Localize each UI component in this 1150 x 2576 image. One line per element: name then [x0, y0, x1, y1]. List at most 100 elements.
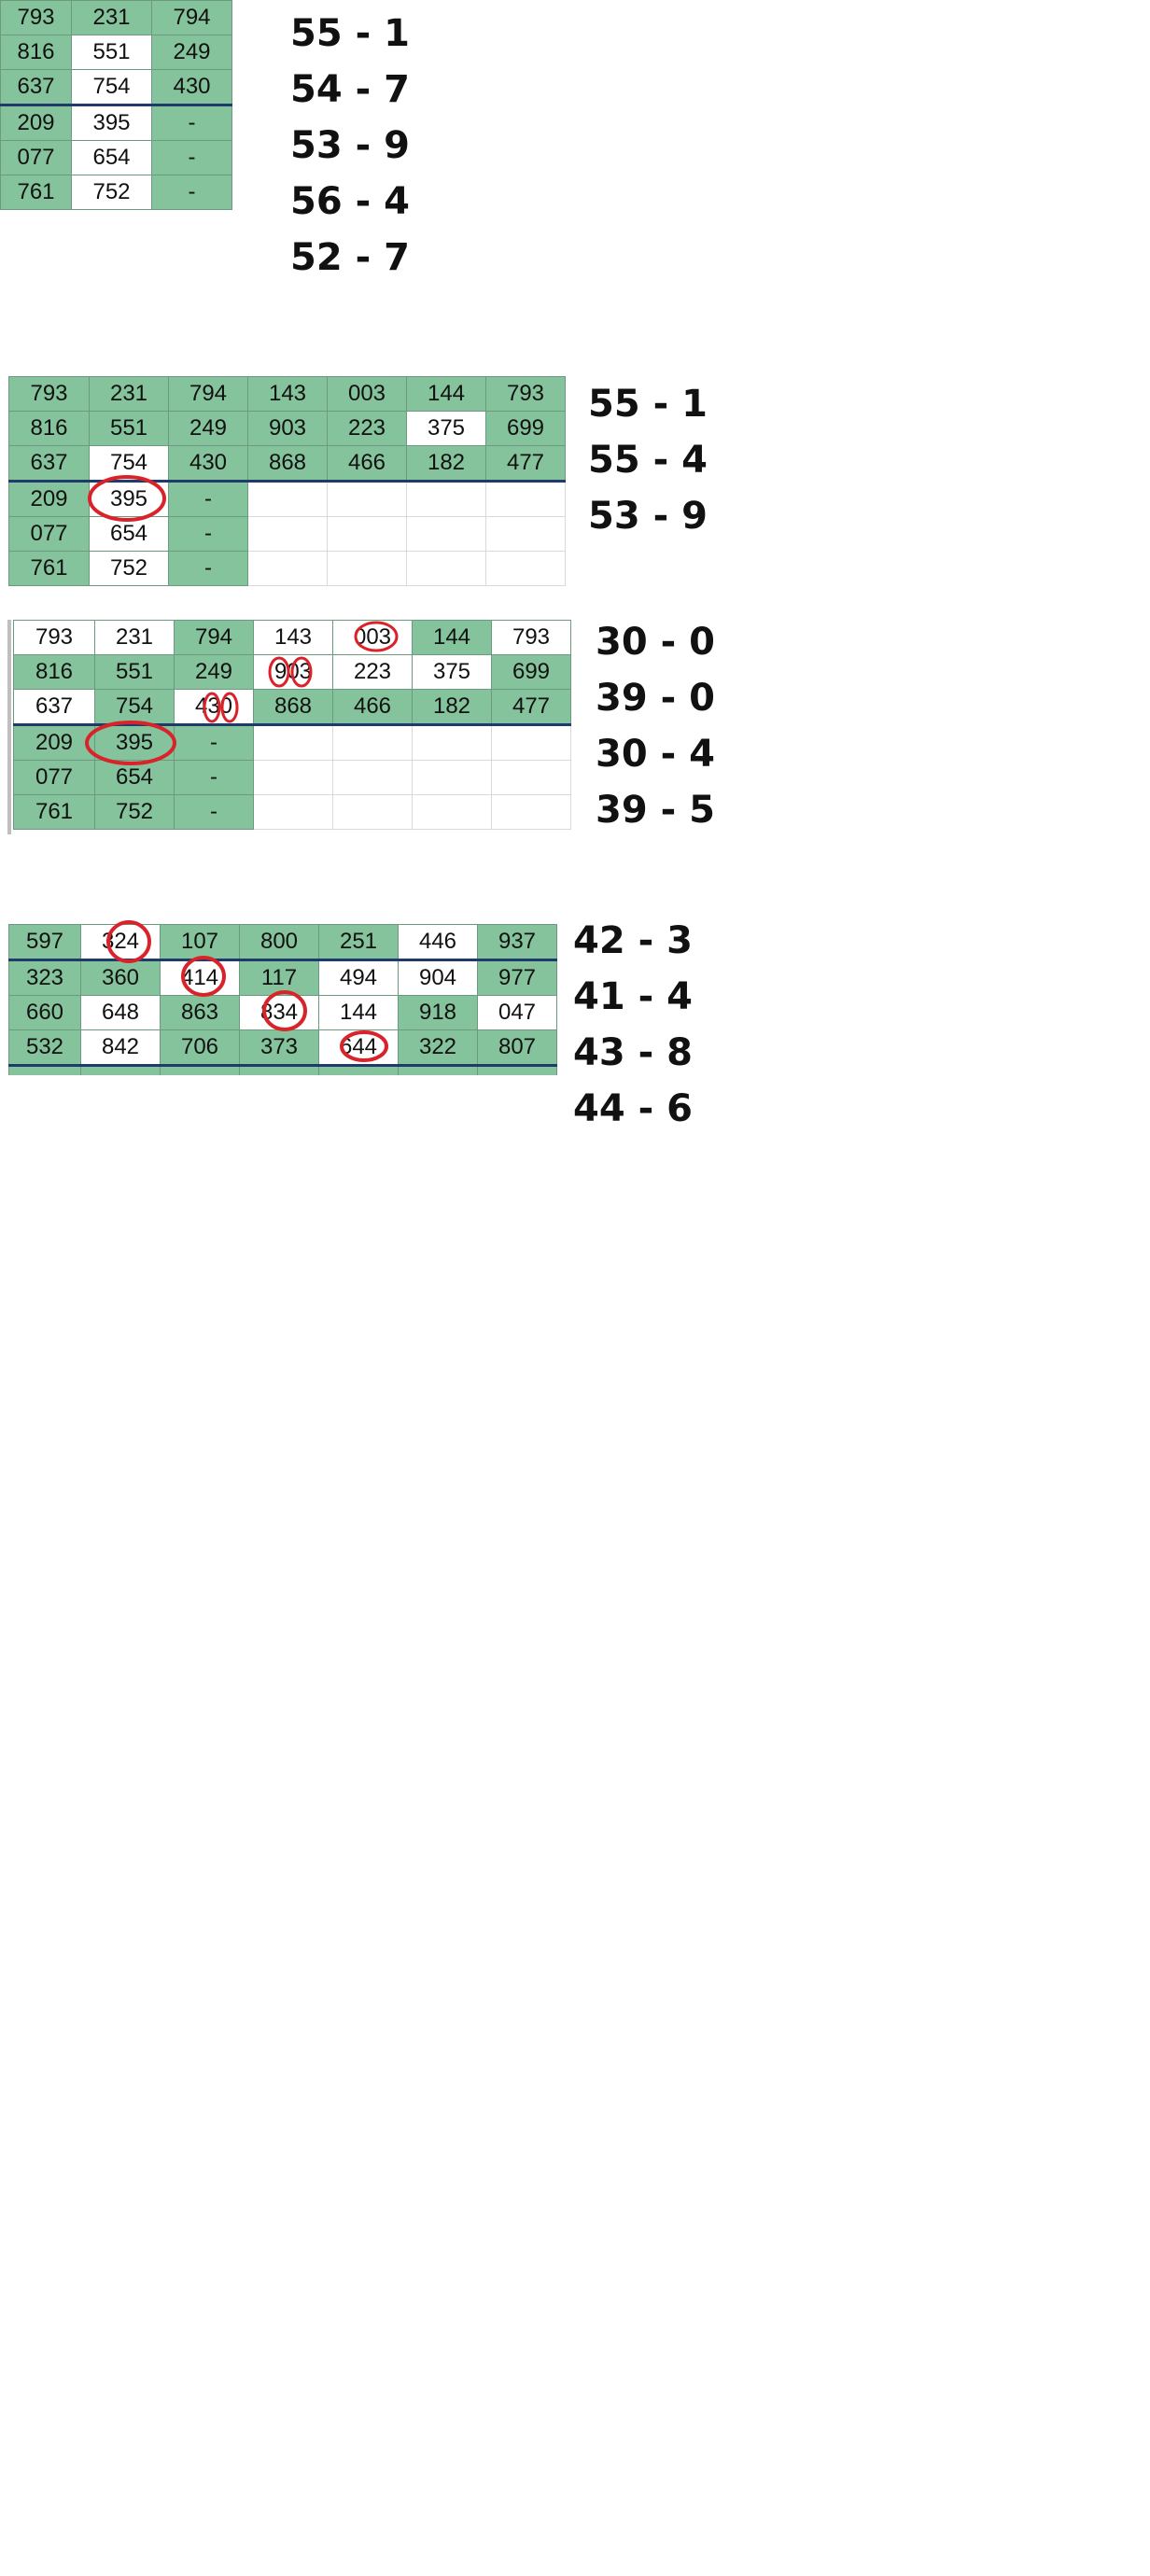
empty-cell[interactable] — [406, 516, 486, 552]
table-cell[interactable]: 863 — [160, 995, 240, 1030]
table-cell[interactable]: 223 — [327, 411, 407, 446]
empty-cell[interactable] — [491, 794, 571, 830]
empty-cell[interactable] — [253, 794, 333, 830]
table-cell[interactable]: 322 — [398, 1029, 478, 1067]
table-cell[interactable]: 144 — [406, 376, 486, 412]
empty-cell[interactable] — [247, 481, 328, 517]
table-cell[interactable]: - — [174, 794, 254, 830]
table-cell[interactable]: 494 — [318, 959, 399, 996]
table-cell[interactable]: 395 — [71, 105, 152, 141]
table-cell[interactable]: 648 — [80, 995, 161, 1030]
table-cell[interactable]: 597 — [8, 924, 81, 961]
table-cell[interactable]: 375 — [412, 654, 492, 690]
table-cell[interactable]: - — [168, 481, 248, 517]
table-cell[interactable]: 209 — [8, 481, 90, 517]
table-cell[interactable]: 637 — [13, 689, 95, 726]
table-cell[interactable]: - — [174, 760, 254, 795]
table-cell[interactable]: 793 — [0, 0, 72, 35]
table-cell[interactable]: 761 — [13, 794, 95, 830]
table-cell[interactable]: 209 — [0, 105, 72, 141]
table-cell[interactable]: 754 — [71, 69, 152, 106]
table-cell[interactable]: 249 — [151, 35, 232, 70]
table-cell[interactable]: 644 — [318, 1029, 399, 1067]
table-cell[interactable]: 794 — [151, 0, 232, 35]
table-cell[interactable]: 706 — [160, 1029, 240, 1067]
table-cell[interactable]: 754 — [89, 445, 169, 483]
empty-cell[interactable] — [332, 760, 413, 795]
table-cell[interactable]: 532 — [8, 1029, 81, 1067]
table-cell[interactable]: 551 — [94, 654, 175, 690]
empty-cell[interactable] — [332, 724, 413, 761]
table-cell[interactable]: 324 — [80, 924, 161, 961]
table-cell[interactable]: 143 — [247, 376, 328, 412]
table-cell[interactable]: 868 — [247, 445, 328, 483]
table-cell[interactable]: 752 — [89, 551, 169, 586]
table-cell[interactable]: 360 — [80, 959, 161, 996]
table-cell[interactable]: 807 — [477, 1029, 557, 1067]
table-cell[interactable]: 395 — [89, 481, 169, 517]
empty-cell[interactable] — [412, 724, 492, 761]
table-cell[interactable]: 904 — [398, 959, 478, 996]
table-cell[interactable]: 794 — [168, 376, 248, 412]
table-cell[interactable]: 047 — [477, 995, 557, 1030]
empty-cell[interactable] — [247, 551, 328, 586]
table-cell[interactable]: 251 — [318, 924, 399, 961]
table-cell[interactable]: 800 — [239, 924, 319, 961]
table-cell[interactable]: 977 — [477, 959, 557, 996]
table-cell[interactable]: 249 — [168, 411, 248, 446]
table-cell[interactable]: 209 — [13, 724, 95, 761]
empty-cell[interactable] — [253, 760, 333, 795]
table-cell[interactable]: 699 — [491, 654, 571, 690]
table-cell[interactable]: 752 — [71, 175, 152, 210]
table-cell[interactable]: 414 — [160, 959, 240, 996]
empty-cell[interactable] — [485, 481, 566, 517]
table-cell[interactable]: 223 — [332, 654, 413, 690]
table-cell[interactable]: 430 — [174, 689, 254, 726]
table-cell[interactable]: 551 — [71, 35, 152, 70]
table-cell[interactable]: 395 — [94, 724, 175, 761]
table-cell[interactable]: 903 — [253, 654, 333, 690]
table-cell[interactable]: 430 — [151, 69, 232, 106]
table-cell[interactable]: - — [151, 105, 232, 141]
empty-cell[interactable] — [485, 551, 566, 586]
empty-cell[interactable] — [406, 481, 486, 517]
table-cell[interactable]: 761 — [0, 175, 72, 210]
table-cell[interactable]: 654 — [89, 516, 169, 552]
empty-cell[interactable] — [332, 794, 413, 830]
table-cell[interactable]: 660 — [8, 995, 81, 1030]
table-cell[interactable]: - — [168, 551, 248, 586]
empty-cell[interactable] — [327, 481, 407, 517]
table-cell[interactable]: - — [168, 516, 248, 552]
table-cell[interactable]: 446 — [398, 924, 478, 961]
table-cell[interactable]: 793 — [13, 620, 95, 655]
empty-cell[interactable] — [327, 516, 407, 552]
table-cell[interactable]: 793 — [8, 376, 90, 412]
table-cell[interactable]: 937 — [477, 924, 557, 961]
table-cell[interactable]: 754 — [94, 689, 175, 726]
table-cell[interactable]: 816 — [0, 35, 72, 70]
empty-cell[interactable] — [491, 760, 571, 795]
empty-cell[interactable] — [491, 724, 571, 761]
table-cell[interactable]: - — [151, 140, 232, 175]
table-cell[interactable]: 918 — [398, 995, 478, 1030]
table-cell[interactable]: 182 — [406, 445, 486, 483]
table-cell[interactable]: 868 — [253, 689, 333, 726]
table-cell[interactable]: 637 — [0, 69, 72, 106]
table-cell[interactable]: 182 — [412, 689, 492, 726]
table-cell[interactable]: 077 — [8, 516, 90, 552]
table-cell[interactable]: 793 — [485, 376, 566, 412]
table-cell[interactable]: 323 — [8, 959, 81, 996]
table-cell[interactable]: 077 — [13, 760, 95, 795]
table-cell[interactable]: 107 — [160, 924, 240, 961]
table-cell[interactable]: 231 — [71, 0, 152, 35]
empty-cell[interactable] — [406, 551, 486, 586]
table-cell[interactable]: 077 — [0, 140, 72, 175]
table-cell[interactable]: 143 — [253, 620, 333, 655]
table-cell[interactable]: 842 — [80, 1029, 161, 1067]
table-cell[interactable]: 794 — [174, 620, 254, 655]
table-cell[interactable]: 430 — [168, 445, 248, 483]
table-cell[interactable]: 637 — [8, 445, 90, 483]
table-cell[interactable]: 551 — [89, 411, 169, 446]
table-cell[interactable]: 816 — [8, 411, 90, 446]
table-cell[interactable]: 375 — [406, 411, 486, 446]
